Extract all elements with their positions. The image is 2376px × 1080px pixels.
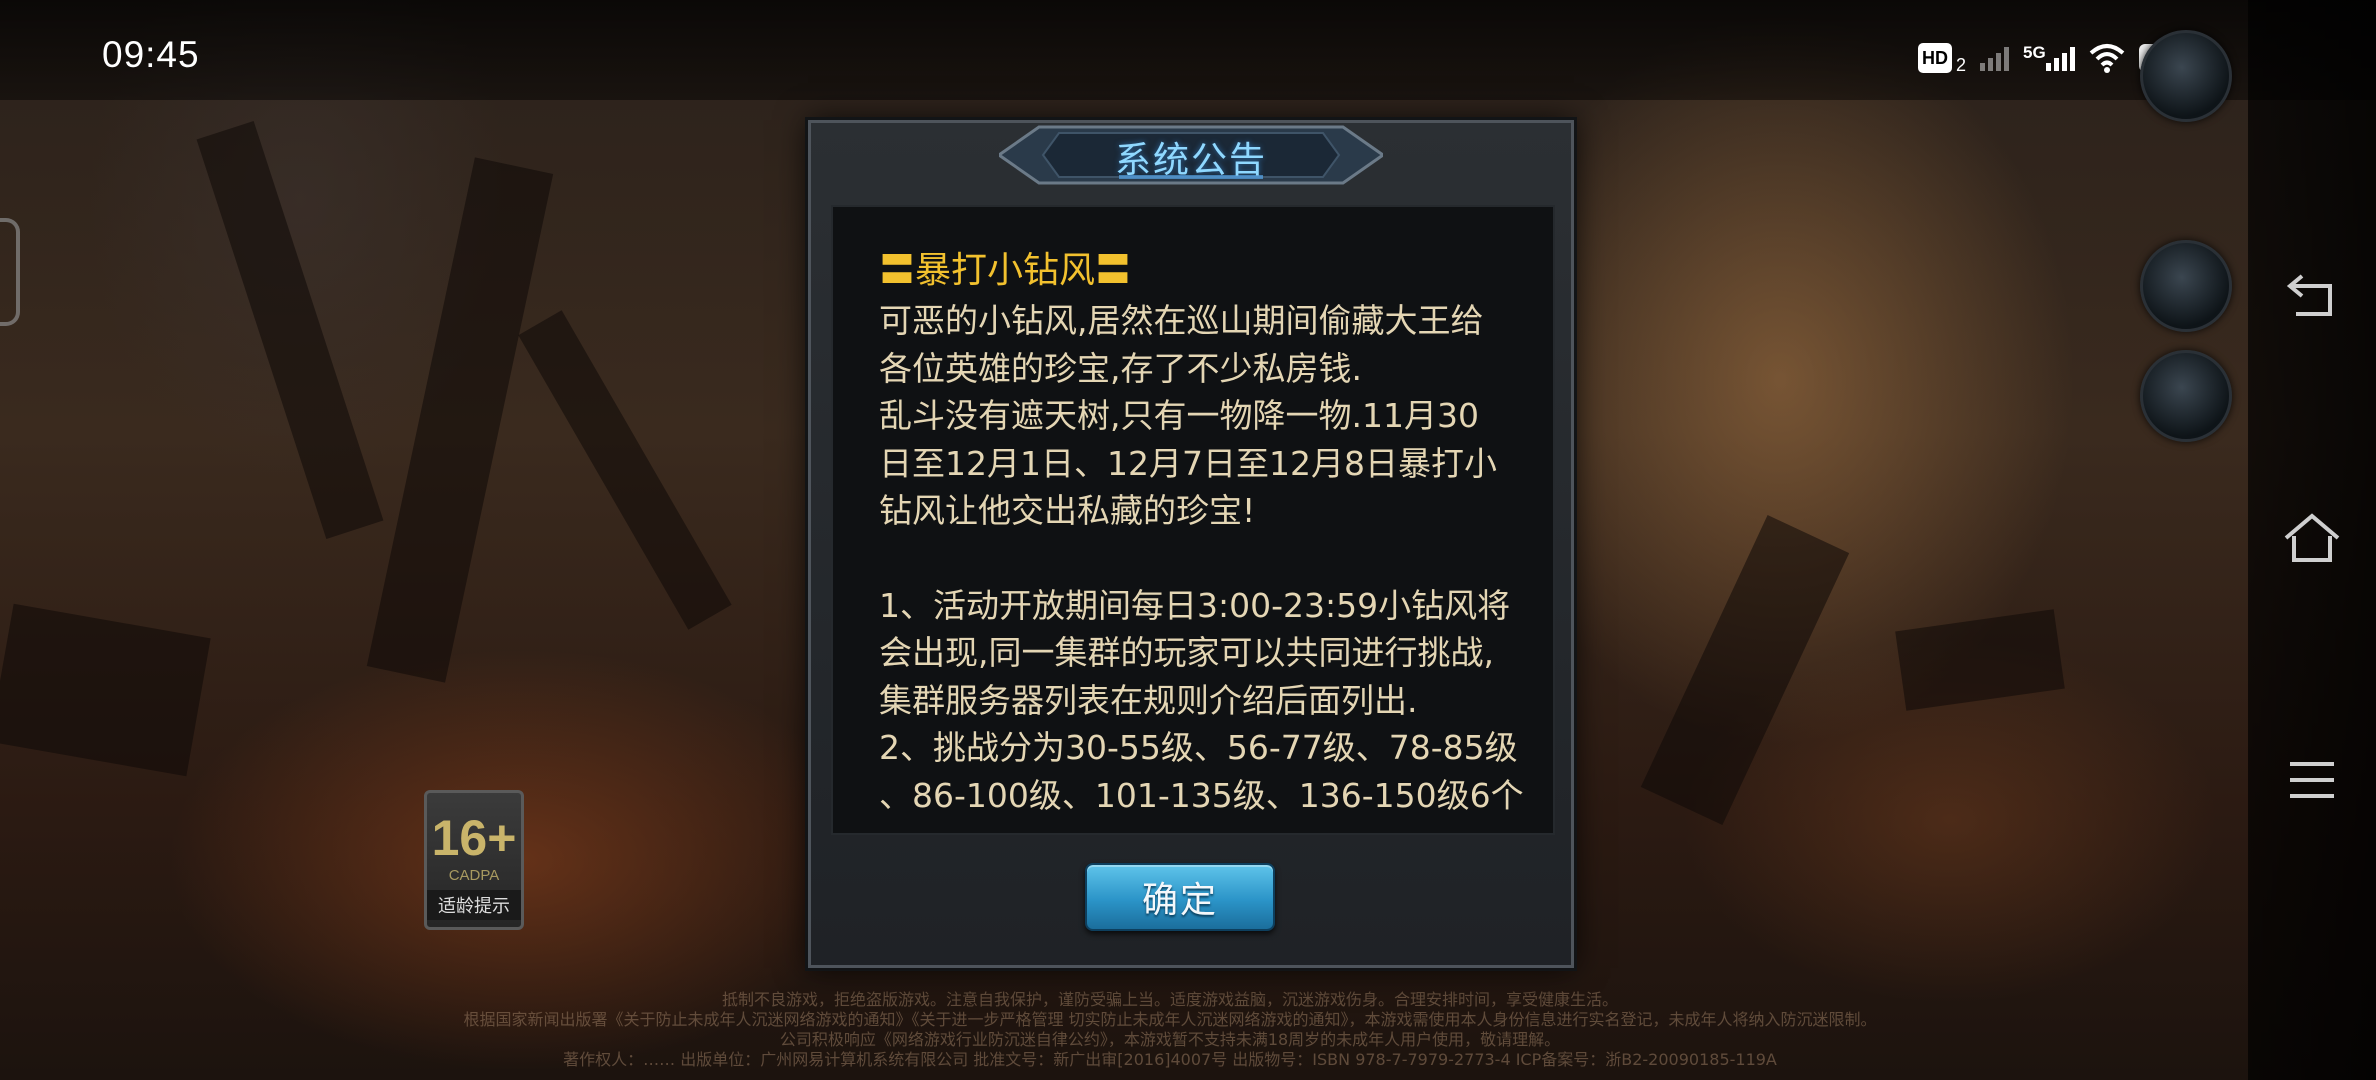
- announcement-line: 会出现,同一集群的玩家可以共同进行挑战,: [879, 633, 1494, 672]
- confirm-button[interactable]: 确定: [1085, 863, 1275, 931]
- wifi-icon: [2089, 44, 2125, 73]
- signal-sim1-icon: [1980, 45, 2010, 71]
- legal-line: 著作权人：…… 出版单位：广州网易计算机系统有限公司 批准文号：新广出审[201…: [563, 1050, 1777, 1069]
- announcement-line: 钻风让他交出私藏的珍宝!: [879, 491, 1256, 530]
- age-rating-org: CADPA: [448, 867, 500, 884]
- announcement-line: 乱斗没有遮天树,只有一物降一物.11月30: [879, 396, 1479, 435]
- status-bar: 09:45 HD 2 5G 86: [0, 0, 2376, 100]
- announcement-line: 2、挑战分为30-55级、56-77级、78-85级: [879, 728, 1518, 767]
- announcement-line: 可恶的小钻风,居然在巡山期间偷藏大王给: [879, 301, 1484, 340]
- back-button[interactable]: [2280, 264, 2344, 328]
- home-button[interactable]: [2280, 506, 2344, 570]
- announcement-line: 日至12月1日、12月7日至12月8日暴打小: [879, 443, 1497, 483]
- dialog-title-plate: 系统公告: [996, 119, 1386, 189]
- signal-5g-icon: 5G: [2023, 43, 2075, 71]
- hd-voice-icon: HD: [1918, 43, 1952, 73]
- legal-line: 根据国家新闻出版署《关于防止未成年人沉迷网络游戏的通知》《关于进一步严格管理 切…: [463, 1010, 1877, 1029]
- announcement-line: 、86-100级、101-135级、136-150级6个: [879, 775, 1524, 815]
- customer-service-icon-button[interactable]: [2140, 350, 2232, 442]
- status-clock: 09:45: [102, 34, 200, 75]
- announcement-line: 集群服务器列表在规则介绍后面列出.: [879, 680, 1418, 720]
- legal-line: 抵制不良游戏，拒绝盗版游戏。注意自我保护，谨防受骗上当。适度游戏益脑，沉迷游戏伤…: [721, 990, 1618, 1009]
- side-orb-top[interactable]: [2140, 30, 2232, 122]
- age-rating-badge: 16+ CADPA 适龄提示: [424, 790, 524, 930]
- age-rating-label: 适龄提示: [427, 890, 521, 920]
- menu-icon: [2290, 762, 2334, 798]
- home-icon: [2284, 513, 2340, 562]
- back-icon: [2286, 274, 2332, 316]
- announcement-spacer: [879, 535, 1519, 582]
- announcement-line: 1、活动开放期间每日3:00-23:59小钻风将: [879, 585, 1511, 625]
- announcement-content[interactable]: 〓暴打小钻风〓 可恶的小钻风,居然在巡山期间偷藏大王给 各位英雄的珍宝,存了不少…: [831, 205, 1555, 835]
- age-rating-number: 16+: [431, 810, 517, 866]
- hd-voice-sub: 2: [1956, 54, 1967, 75]
- announcement-heading: 〓暴打小钻风〓: [879, 250, 1132, 291]
- dialog-title: 系统公告: [1114, 140, 1267, 181]
- legal-line: 公司积极响应《网络游戏行业防沉迷自律公约》，本游戏暂不支持未满18周岁的未成年人…: [779, 1030, 1561, 1049]
- announcement-line: 各位英雄的珍宝,存了不少私房钱.: [879, 348, 1362, 388]
- system-announcement-dialog: 系统公告 〓暴打小钻风〓 可恶的小钻风,居然在巡山期间偷藏大王给 各位英雄的珍宝…: [808, 120, 1574, 968]
- legal-notice: 抵制不良游戏，拒绝盗版游戏。注意自我保护，谨防受骗上当。适度游戏益脑，沉迷游戏伤…: [400, 990, 1940, 1070]
- edge-panel-handle[interactable]: [0, 218, 20, 326]
- scroll-icon-button[interactable]: [2140, 240, 2232, 332]
- menu-button[interactable]: [2280, 748, 2344, 812]
